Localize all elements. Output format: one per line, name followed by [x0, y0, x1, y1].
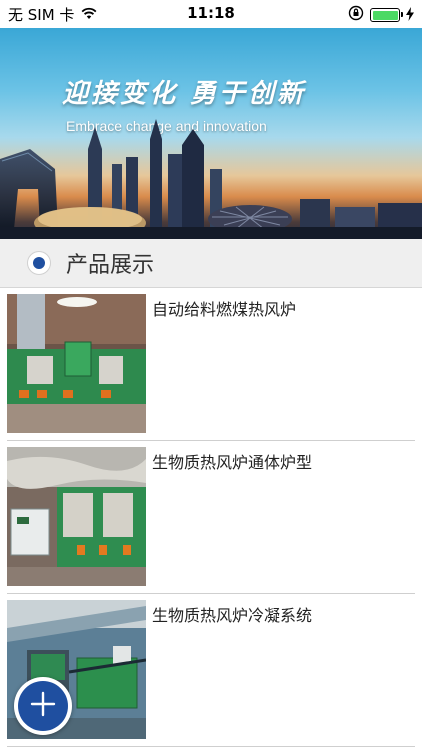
list-item[interactable]: 生物质热风炉通体炉型 [0, 441, 422, 594]
radio-indicator-icon [28, 252, 50, 274]
section-header: 产品展示 [0, 239, 422, 288]
city-skyline-image [0, 119, 422, 239]
product-name[interactable]: 生物质热风炉冷凝系统 [152, 602, 312, 626]
product-thumbnail[interactable] [7, 447, 146, 586]
product-list: 自动给料燃煤热风炉 生物质热风炉通体炉型 生物质热风炉冷凝系统 [0, 288, 422, 747]
plus-icon [29, 690, 57, 722]
status-right [348, 5, 414, 25]
radio-dot [33, 257, 45, 269]
battery-fill [372, 10, 398, 20]
fab-inner [18, 681, 68, 731]
product-thumbnail[interactable] [7, 294, 146, 433]
list-divider [7, 746, 415, 747]
list-item[interactable]: 自动给料燃煤热风炉 [0, 288, 422, 441]
hero-banner[interactable]: 迎接变化 勇于创新 Embrace change and innovation [0, 28, 422, 239]
banner-title: 迎接变化 勇于创新 [62, 79, 307, 109]
product-name[interactable]: 自动给料燃煤热风炉 [152, 296, 296, 320]
section-title: 产品展示 [66, 253, 155, 278]
status-bar: 无 SIM 卡 11:18 [0, 0, 422, 28]
add-fab-button[interactable] [14, 677, 72, 735]
battery-icon [370, 8, 403, 22]
battery-nub [401, 12, 403, 17]
charging-icon [406, 6, 414, 25]
product-name[interactable]: 生物质热风炉通体炉型 [152, 449, 312, 473]
orientation-lock-icon [348, 5, 364, 25]
